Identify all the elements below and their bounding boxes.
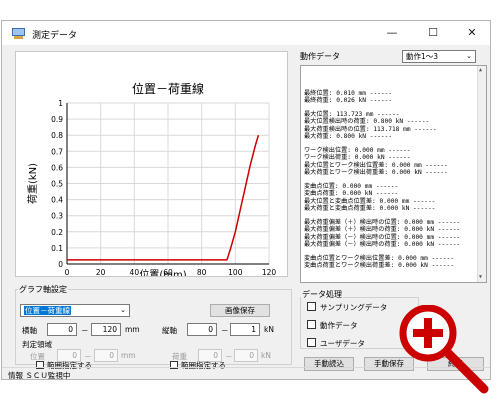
y-tick-label: 0.1 [51,244,63,253]
y-axis-max-input[interactable]: 1 [230,323,260,336]
motion-data-line: ワーク検出荷重: 0.000 kN ------ [304,154,411,162]
user-data-checkbox[interactable] [307,338,316,347]
x-tick-label: 0 [65,268,70,276]
judge-load-max-input[interactable]: 0 [234,349,258,362]
chart-svg: 00.10.20.30.40.50.60.70.80.910 20 40 60 80 10… [26,81,277,281]
motion-data-checkbox[interactable] [307,320,316,329]
graph-type-combo[interactable]: 位置－荷重線 ⌄ [20,304,130,317]
x-axis-title: 位置(mm) [139,268,186,276]
zoom-in-icon[interactable] [398,305,498,397]
scroll-up-icon[interactable]: ▲ [479,67,482,74]
motion-data-line: 最大荷重: 0.800 kN ------ [304,132,393,140]
y-tick-label: 0.5 [51,180,63,189]
y-tick-label: 1 [58,99,63,108]
x-axis-label: 横軸 [22,326,37,335]
close-button[interactable]: ✕ [455,24,489,42]
y-axis-label: 縦軸 [162,326,177,335]
judge-load-unit: kN [261,351,271,360]
motion-data-label: 動作データ [320,321,358,330]
y-axis-title: 荷重(kN) [26,163,39,204]
title-bar: 測定データ — ☐ ✕ [2,21,490,45]
motion-data-line: 最大荷重検出時の位置: 113.718 mm ------ [304,125,437,133]
chevron-down-icon: ⌄ [120,306,126,314]
x-tick-label: 80 [197,268,207,276]
motion-data-line: 最大荷重偏差（－）検出時の位置: 0.000 mm ------ [304,233,461,241]
motion-data-line: 最大位置と変曲点位置差: 0.000 mm ------ [304,197,436,205]
motion-data-text[interactable]: ▲ ▼ 最終位置: 0.010 mm ------ 最終荷重: 0.026 kN … [300,65,487,283]
minimize-button[interactable]: — [375,24,409,42]
scroll-down-icon[interactable]: ▼ [479,274,482,281]
x-axis-dash: － [81,326,89,335]
motion-data-line: 最大位置とワーク検出位置差: 0.000 mm ------ [304,161,448,169]
x-tick-label: 40 [130,268,140,276]
chart-title: 位置－荷重線 [132,81,204,96]
sampling-data-label: サンプリングデータ [320,303,388,312]
motion-data-line: 最大荷重偏差（＋）検出時の荷重: 0.000 kN ------ [304,226,461,234]
y-tick-label: 0.3 [51,212,63,221]
motion-range-select[interactable]: 動作1～3 ⌄ [402,50,476,63]
x-axis-max-input[interactable]: 120 [91,323,121,336]
series-line [67,134,260,261]
app-icon [12,28,25,39]
motion-data-line: 最大位置検出時の荷重: 0.800 kN ------ [304,118,430,126]
y-tick-label: 0.7 [51,147,63,156]
graph-settings-label: グラフ軸設定 [18,284,68,295]
x-tick-label: 20 [96,268,106,276]
x-tick-label: 100 [228,268,243,276]
motion-data-header: 動作データ [300,52,340,61]
user-data-label: ユーザデータ [320,339,365,348]
maximize-button[interactable]: ☐ [416,24,450,42]
y-tick-label: 0.4 [51,196,63,205]
motion-data-line: 最終位置: 0.010 mm ------ [304,89,393,97]
data-processing-label: データ処理 [301,289,343,300]
graph-type-value: 位置－荷重線 [24,306,71,315]
y-tick-label: 0.9 [51,115,63,124]
y-tick-label: 0.2 [51,228,63,237]
sampling-data-checkbox[interactable] [307,302,316,311]
x-axis-min-input[interactable]: 0 [47,323,77,336]
y-tick-label: 0 [58,260,63,269]
chevron-down-icon: ⌄ [466,52,472,60]
vertical-scrollbar[interactable]: ▲ ▼ [477,66,486,282]
window-title: 測定データ [32,31,78,41]
judge-pos-unit: mm [121,351,136,360]
motion-data-line: 最終荷重: 0.026 kN ------ [304,96,393,104]
motion-data-line: 最大荷重と変曲点荷重差: 0.000 kN ------ [304,204,436,212]
save-image-button[interactable]: 画像保存 [210,304,270,317]
status-text: 情報 ＳＣＵ監視中 [8,371,71,380]
motion-range-value: 動作1～3 [406,52,439,61]
y-axis-unit: kN [264,325,274,334]
motion-data-line: 変曲点荷重: 0.000 kN ------ [304,190,399,198]
judge-pos-max-input[interactable]: 0 [94,349,118,362]
position-load-chart: 0 0.1 0.2 0.3 0.4 0.5 0.6 0.7 0.8 0.9 1 0 20 40 60 80 10… [15,51,288,281]
y-tick-label: 0.8 [51,131,63,140]
x-tick-label: 120 [262,268,277,276]
y-axis-min-input[interactable]: 0 [187,323,217,336]
x-axis-unit: mm [125,325,140,334]
y-tick-label: 0.6 [51,163,63,172]
judge-area-label: 判定領域 [22,340,52,349]
judge-load-dash: － [225,352,233,361]
motion-data-line: 最大荷重偏差（－）検出時の荷重: 0.000 kN ------ [304,240,461,248]
motion-data-line: 最大荷重とワーク検出荷重差: 0.000 kN ------ [304,168,448,176]
y-axis-dash: － [221,326,229,335]
motion-data-line: 変曲点荷重とワーク検出荷重差: 0.000 kN ------ [304,262,454,270]
